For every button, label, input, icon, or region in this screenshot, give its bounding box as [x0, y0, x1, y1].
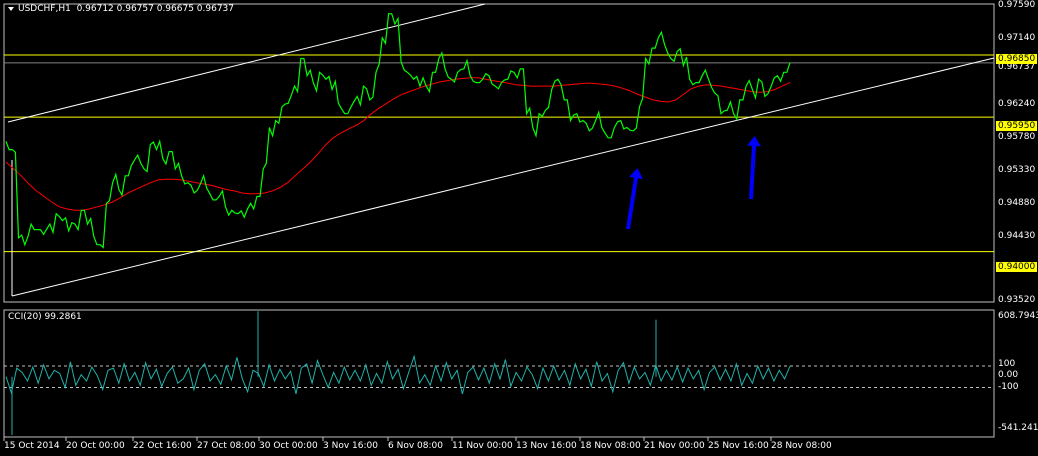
y-tick-label: 0.94880	[998, 198, 1036, 208]
x-tick-label: 27 Oct 08:00	[197, 441, 256, 451]
y-tick-label: 0.96240	[998, 99, 1036, 109]
level-price-tag: 0.96850	[996, 54, 1038, 64]
ohlc-values: 0.96712 0.96757 0.96675 0.96737	[76, 4, 235, 14]
x-tick-label: 3 Nov 16:00	[323, 441, 378, 451]
y-tick-label: 0.95330	[998, 165, 1036, 175]
cci-indicator	[4, 311, 994, 435]
x-tick-label: 13 Nov 16:00	[516, 441, 577, 451]
symbol-label: USDCHF,H1	[18, 4, 71, 14]
dropdown-triangle-icon[interactable]	[8, 6, 14, 11]
x-tick-label: 20 Oct 00:00	[66, 441, 125, 451]
arrow-right-shaft	[749, 145, 756, 200]
price-line	[5, 13, 791, 249]
x-tick-label: 30 Oct 00:00	[259, 441, 318, 451]
y-tick-label: 0.97140	[998, 33, 1036, 43]
x-tick-label: 22 Oct 16:00	[133, 441, 192, 451]
y-tick-label: 0.95780	[998, 132, 1036, 142]
cci-tick-label: 608.7943	[998, 311, 1038, 321]
x-tick-label: 25 Nov 16:00	[708, 441, 769, 451]
level-price-tag: 0.95950	[996, 121, 1038, 131]
main-panel-frame	[3, 3, 995, 303]
y-tick-label: 0.94430	[998, 231, 1036, 241]
arrow-left-shaft	[626, 177, 638, 230]
level-price-tag: 0.94000	[996, 262, 1038, 272]
x-tick-label: 21 Nov 00:00	[644, 441, 705, 451]
x-tick-label: 28 Nov 08:00	[771, 441, 832, 451]
arrow-left-head	[629, 168, 643, 180]
annotation-arrows	[626, 136, 761, 230]
cci-panel-frame	[3, 309, 995, 438]
cci-tick-label: 0.00	[998, 370, 1019, 380]
channel-lower-line	[11, 57, 995, 297]
trend-channel	[7, 3, 995, 297]
chart-canvas	[3, 3, 995, 441]
x-tick-label: 6 Nov 08:00	[388, 441, 443, 451]
x-tick-label: 18 Nov 08:00	[580, 441, 641, 451]
moving-average	[5, 77, 791, 211]
cci-tick-label: 100	[998, 359, 1016, 369]
price-series	[5, 13, 791, 249]
arrow-right-head	[747, 136, 761, 147]
chart-header: USDCHF,H1 0.96712 0.96757 0.96675 0.9673…	[8, 4, 234, 14]
x-tick-label: 11 Nov 00:00	[452, 441, 513, 451]
cci-header: CCI(20) 99.2861	[8, 312, 82, 322]
cci-line	[5, 354, 791, 395]
ma-line	[5, 77, 791, 211]
cci-tick-label: -100	[998, 382, 1019, 392]
x-tick-label: 15 Oct 2014	[4, 441, 60, 451]
y-tick-label: 0.93520	[998, 295, 1036, 305]
cci-tick-label: -541.2411	[998, 423, 1038, 433]
y-tick-label: 0.97590	[998, 0, 1036, 10]
horizontal-levels	[4, 54, 994, 253]
